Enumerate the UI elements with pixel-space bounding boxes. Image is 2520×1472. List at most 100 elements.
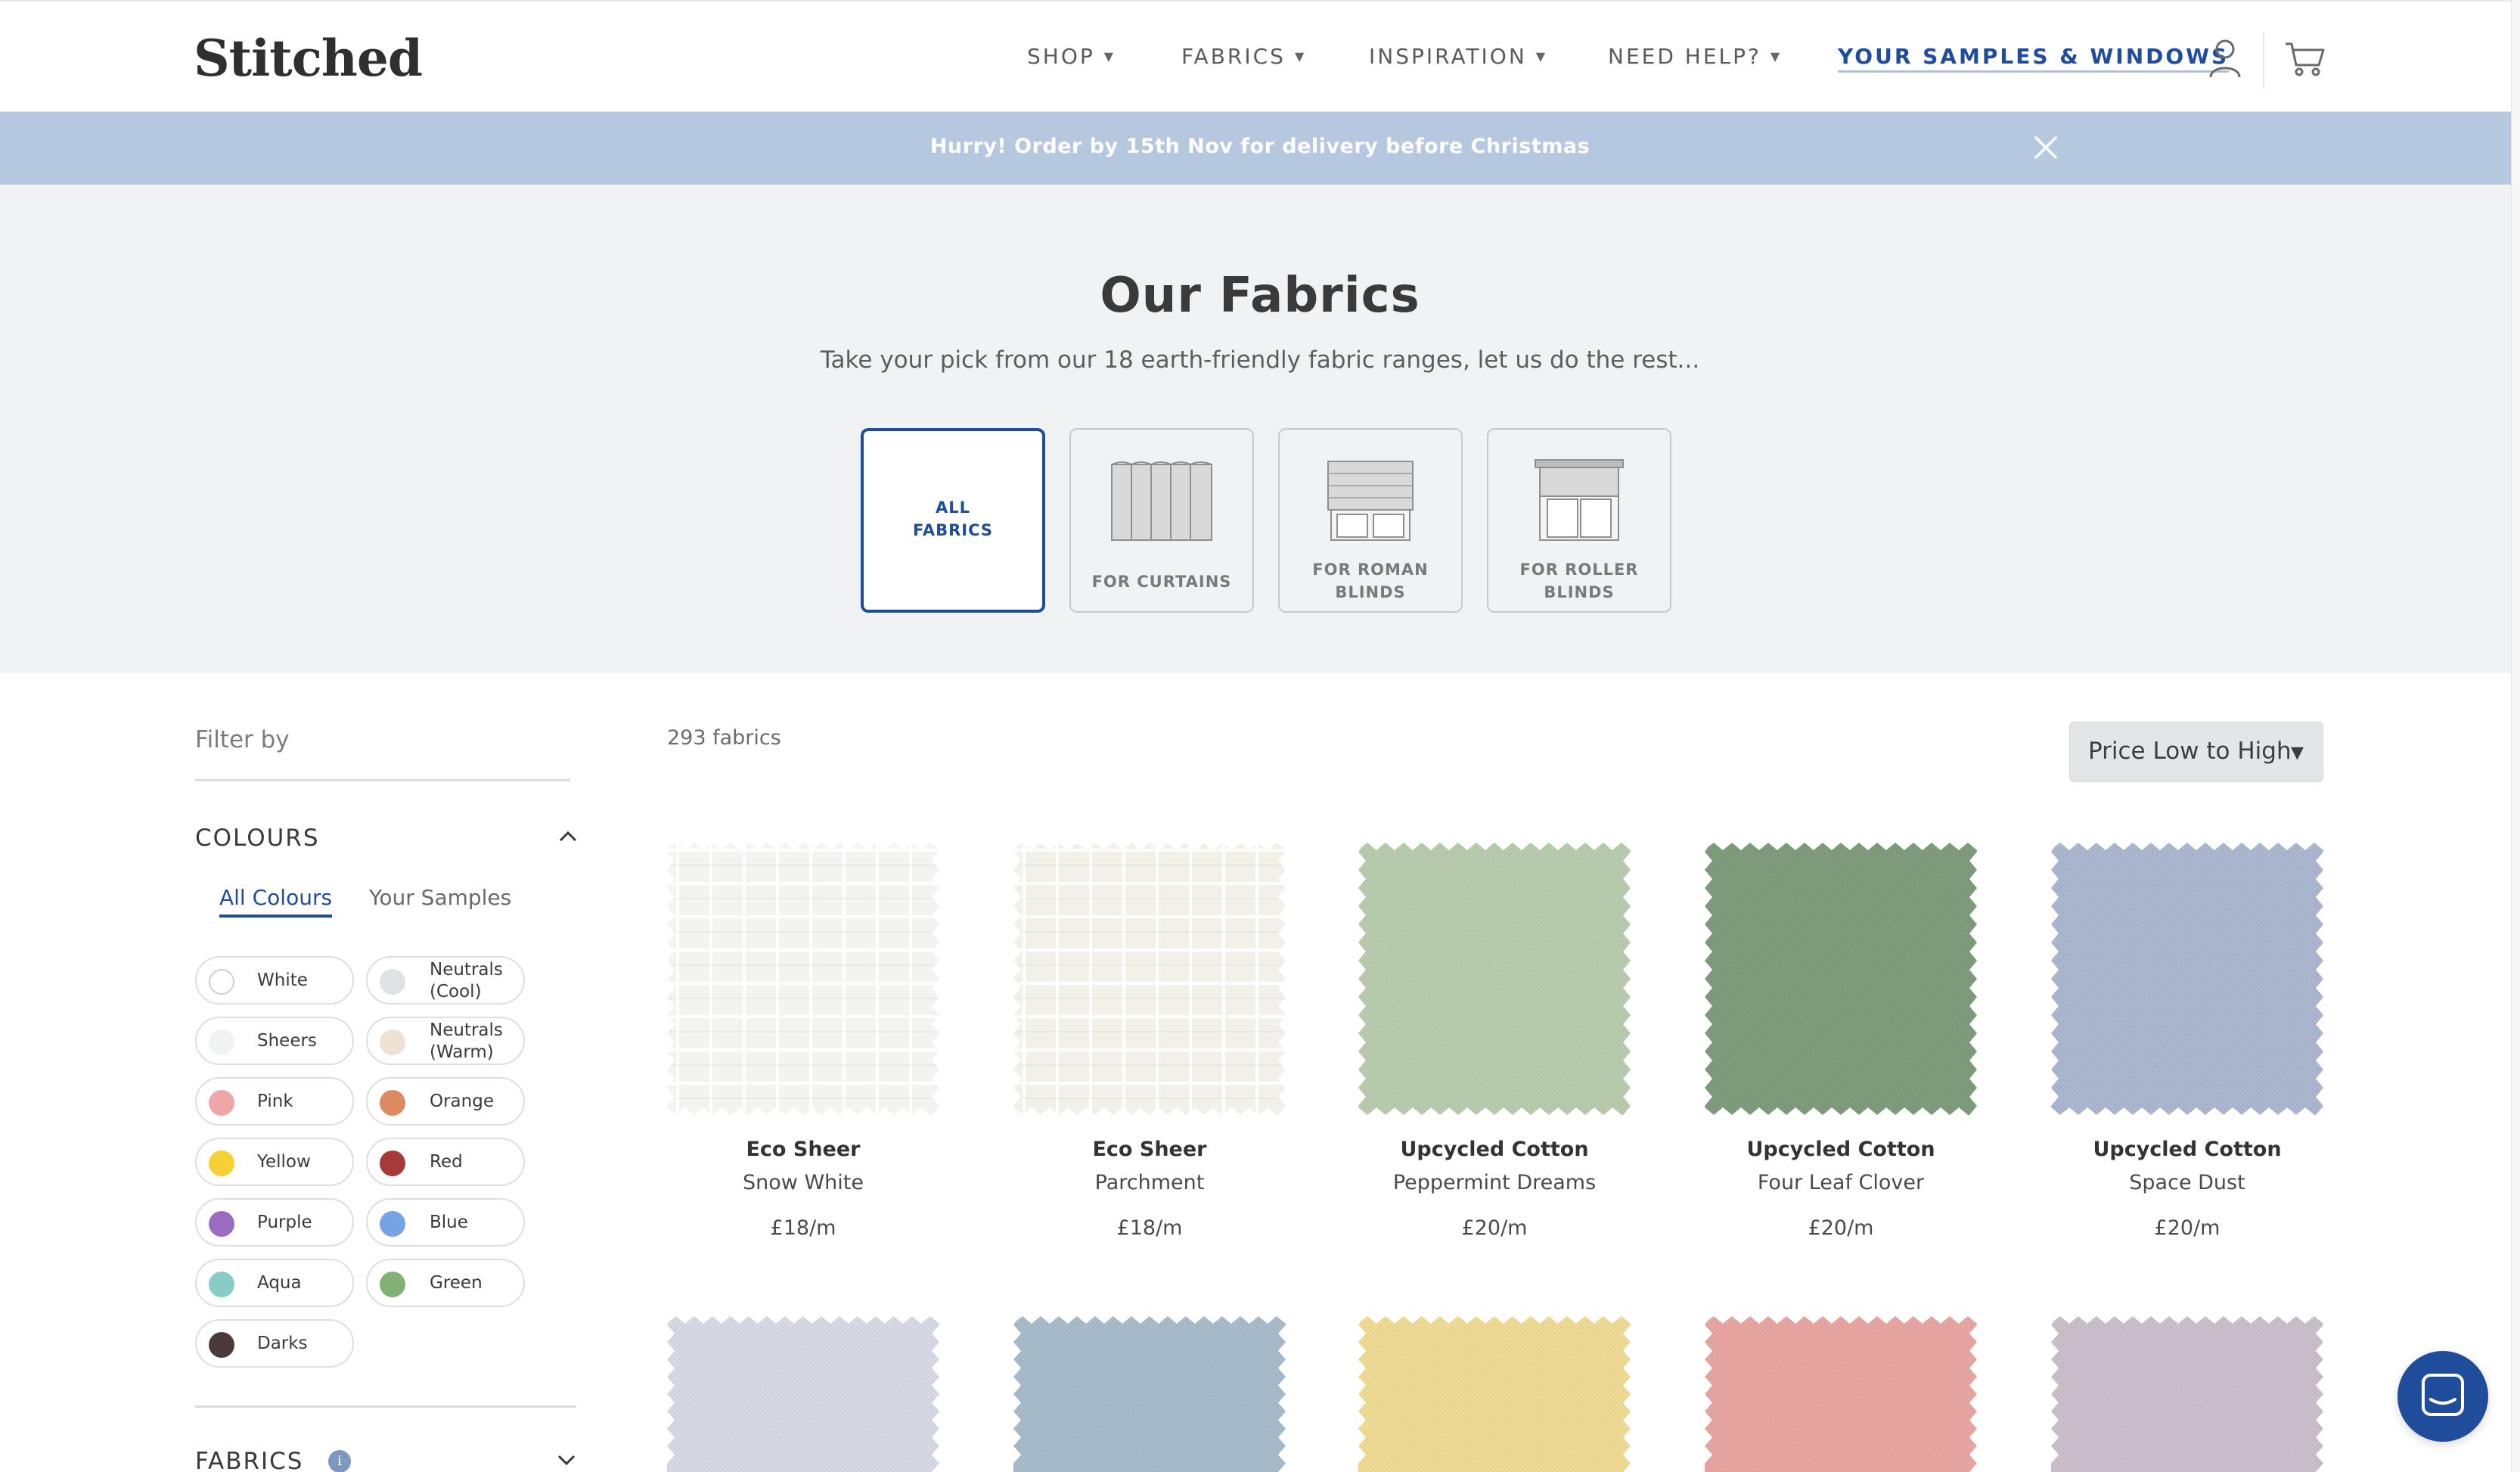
user-icon[interactable] [2208, 38, 2242, 79]
category-for-roller-blinds[interactable]: FOR ROLLER BLINDS [1487, 428, 1671, 613]
colour-chip-white[interactable]: White [195, 956, 354, 1005]
fabric-swatch-texture [667, 1316, 939, 1472]
category-all-fabrics-label: ALL FABRICS [912, 498, 994, 539]
chevron-down-icon: ▼ [1535, 49, 1548, 64]
nav-need-help[interactable]: NEED HELP? ▼ [1608, 44, 1782, 69]
colour-swatch-dot [209, 969, 234, 995]
fabric-swatch-texture [1013, 843, 1286, 1115]
nav-inspiration[interactable]: INSPIRATION ▼ [1369, 44, 1547, 69]
fabric-swatch[interactable] [1705, 1316, 1977, 1472]
colour-chip-neutrals-cool[interactable]: Neutrals (Cool) [366, 956, 525, 1005]
fabrics-heading: FABRICS [195, 1448, 304, 1472]
colour-swatch-dot [209, 1332, 234, 1358]
product-card[interactable]: Upcycled Cotton Peppermint Dreams £20/m [1316, 843, 1649, 1266]
fabric-swatch[interactable] [1013, 1316, 1286, 1472]
nav-fabrics-label: FABRICS [1181, 44, 1286, 69]
divider [195, 1405, 576, 1408]
colour-swatch-dot [209, 1090, 234, 1116]
colour-swatch-dot [380, 1029, 405, 1055]
roller-blind-icon [1535, 459, 1624, 541]
product-name: Upcycled Cotton [1400, 1138, 1589, 1161]
nav-shop[interactable]: SHOP ▼ [1027, 44, 1116, 69]
category-for-roman-blinds-label: FOR ROMAN BLINDS [1312, 561, 1429, 601]
product-card[interactable]: Eco Sheer Snow White £18/m [625, 843, 957, 1266]
colours-section-toggle[interactable]: COLOURS [195, 825, 320, 852]
chevron-up-icon[interactable] [558, 831, 578, 843]
colour-chip-label: Pink [257, 1092, 293, 1111]
colour-chip-purple[interactable]: Purple [195, 1198, 354, 1247]
colour-chip-blue[interactable]: Blue [366, 1198, 525, 1247]
product-colour: Space Dust [2129, 1171, 2245, 1194]
colour-chip-red[interactable]: Red [366, 1138, 525, 1186]
colour-swatch-dot [380, 969, 405, 995]
colour-chip-neutrals-warm[interactable]: Neutrals (Warm) [366, 1017, 525, 1065]
product-card[interactable]: Upcycled Cotton Four Leaf Clover £20/m [1662, 843, 1995, 1266]
product-colour: Snow White [743, 1171, 864, 1194]
colour-chip-label: Sheers [257, 1031, 317, 1051]
colour-chip-aqua[interactable]: Aqua [195, 1259, 354, 1307]
category-for-curtains[interactable]: FOR CURTAINS [1069, 428, 1254, 613]
colour-chip-label: Green [430, 1273, 483, 1293]
cart-icon[interactable] [2284, 41, 2326, 77]
filter-by-heading: Filter by [195, 726, 290, 753]
fabric-swatch-texture [1013, 1316, 1286, 1472]
colour-swatch-dot [380, 1211, 405, 1237]
product-card[interactable]: Eco Sheer Parchment £18/m [971, 843, 1304, 1266]
fabric-swatch-texture [2051, 843, 2323, 1115]
fabric-swatch [1705, 843, 1977, 1115]
colour-swatch-dot [209, 1151, 234, 1176]
colour-chip-label: Purple [257, 1213, 312, 1232]
colour-swatch-dot [380, 1151, 405, 1176]
site-logo[interactable]: Stitched [194, 29, 423, 88]
colour-chip-label: Orange [430, 1092, 494, 1111]
fabric-swatch-texture [1358, 1316, 1631, 1472]
chevron-down-icon: ▼ [1770, 49, 1783, 64]
product-price: £18/m [1116, 1216, 1183, 1240]
divider [195, 779, 570, 781]
nav-shop-label: SHOP [1027, 44, 1095, 69]
fabric-swatch [667, 843, 939, 1115]
close-icon[interactable] [2031, 133, 2060, 162]
category-for-roman-blinds[interactable]: FOR ROMAN BLINDS [1278, 428, 1463, 613]
scrollbar[interactable] [2511, 0, 2520, 1472]
category-all-fabrics[interactable]: ALL FABRICS [861, 428, 1045, 613]
tab-your-samples[interactable]: Your Samples [369, 885, 511, 910]
chat-launcher-button[interactable] [2397, 1351, 2488, 1442]
nav-fabrics[interactable]: FABRICS ▼ [1181, 44, 1306, 69]
info-icon[interactable]: i [328, 1450, 351, 1472]
fabric-swatch-texture [1705, 843, 1977, 1115]
fabrics-hero: Our Fabrics Take your pick from our 18 e… [0, 185, 2520, 673]
nav-your-samples-windows[interactable]: YOUR SAMPLES & WINDOWS [1838, 44, 2230, 73]
nav-inspiration-label: INSPIRATION [1369, 44, 1527, 69]
header-divider [2263, 32, 2264, 89]
colour-chip-orange[interactable]: Orange [366, 1077, 525, 1126]
tab-all-colours[interactable]: All Colours [219, 885, 333, 918]
nav-need-help-label: NEED HELP? [1608, 44, 1761, 69]
colour-chip-pink[interactable]: Pink [195, 1077, 354, 1126]
site-header: Stitched SHOP ▼ FABRICS ▼ INSPIRATION ▼ NEE… [0, 0, 2520, 112]
sort-dropdown[interactable]: Price Low to High ▼ [2069, 722, 2323, 782]
chevron-down-icon: ▼ [2291, 744, 2304, 762]
chevron-down-icon[interactable] [557, 1454, 576, 1466]
colour-chip-darks[interactable]: Darks [195, 1319, 354, 1368]
curtain-icon [1111, 461, 1212, 541]
fabric-swatch [2051, 843, 2323, 1115]
fabric-swatch[interactable] [1358, 1316, 1631, 1472]
product-card[interactable]: Upcycled Cotton Space Dust £20/m [2009, 843, 2342, 1266]
fabrics-section-toggle[interactable]: FABRICS [195, 1448, 303, 1472]
colour-chip-sheers[interactable]: Sheers [195, 1017, 354, 1065]
fabric-swatch[interactable] [667, 1316, 939, 1472]
colour-chip-yellow[interactable]: Yellow [195, 1138, 354, 1186]
fabric-swatch-texture [2051, 1316, 2323, 1472]
category-for-curtains-label: FOR CURTAINS [1091, 573, 1232, 591]
fabric-count: 293 fabrics [667, 726, 781, 750]
colour-chip-label: Red [430, 1152, 463, 1172]
colour-chip-green[interactable]: Green [366, 1259, 525, 1307]
product-colour: Parchment [1094, 1171, 1205, 1194]
fabric-swatch[interactable] [2051, 1316, 2323, 1472]
colour-chip-label: Neutrals (Cool) [430, 960, 503, 1002]
product-price: £20/m [1808, 1216, 1874, 1240]
chat-icon [2422, 1374, 2464, 1416]
colour-chip-label: Yellow [257, 1152, 311, 1172]
colour-swatch-dot [209, 1272, 234, 1297]
